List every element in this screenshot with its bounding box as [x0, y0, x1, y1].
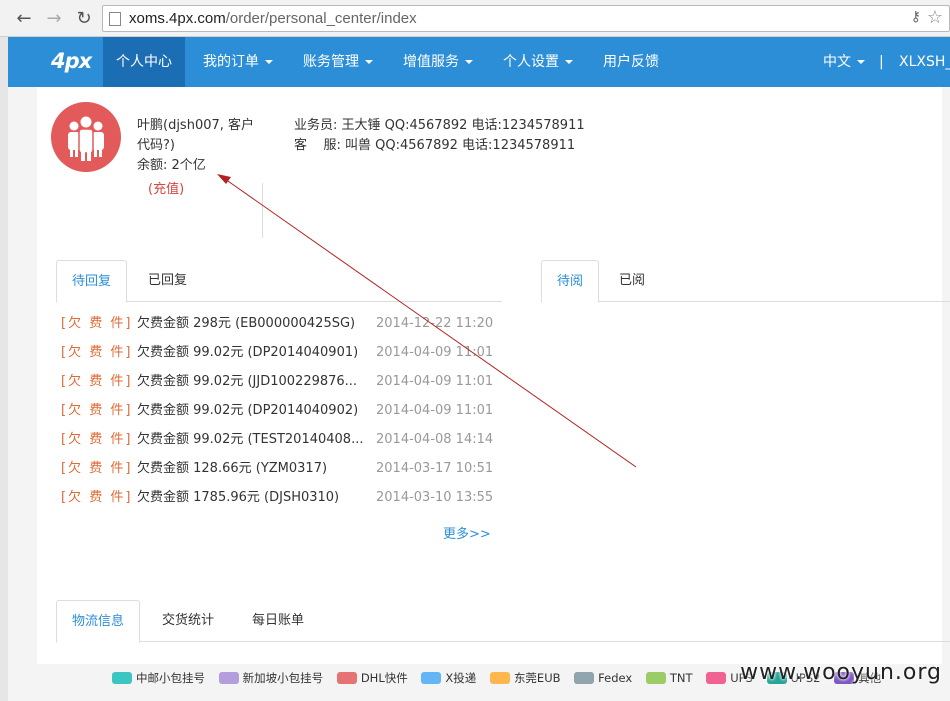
list-item[interactable]: [欠 费 件] 欠费金额 99.02元 (DP2014040902) 2014-…	[61, 396, 493, 425]
message-time: 2014-04-09 11:01	[376, 403, 494, 418]
read-tabs: 待阅 已阅	[541, 260, 950, 303]
arrears-tag: [欠 费 件]	[61, 316, 133, 331]
tab-read[interactable]: 已阅	[604, 260, 660, 302]
reply-tabs: 待回复 已回复	[56, 260, 502, 303]
arrears-tag: [欠 费 件]	[61, 461, 133, 476]
caret-down-icon	[465, 60, 473, 64]
legend-swatch	[645, 672, 666, 684]
tab-daily-bill[interactable]: 每日账单	[237, 600, 319, 642]
bookmark-star-icon[interactable]: ☆	[927, 7, 943, 28]
address-bar[interactable]: xoms.4px.com/order/personal_center/index…	[102, 5, 950, 32]
list-item[interactable]: [欠 费 件] 欠费金额 99.02元 (JJD100229876... 201…	[61, 367, 493, 396]
more-link[interactable]: 更多>>	[443, 523, 491, 542]
nav-separator: |	[879, 54, 884, 70]
caret-down-icon	[265, 60, 273, 64]
legend-swatch	[489, 672, 510, 684]
nav-account-management[interactable]: 账务管理	[290, 37, 386, 87]
salesman-info: 业务员: 王大锤 QQ:4567892 电话:1234578911	[294, 118, 585, 133]
tab-replied[interactable]: 已回复	[133, 260, 202, 302]
legend-swatch	[421, 672, 442, 684]
page-icon	[109, 12, 121, 26]
legend-item[interactable]: Fedex	[574, 671, 632, 685]
legend-swatch	[336, 672, 357, 684]
message-text[interactable]: 欠费金额 128.66元 (YZM0317)	[137, 454, 327, 483]
user-menu[interactable]: XLXSH_	[899, 37, 950, 87]
nav-personal-settings[interactable]: 个人设置	[490, 37, 586, 87]
legend-swatch	[574, 672, 595, 684]
tab-pending-reply[interactable]: 待回复	[56, 260, 128, 303]
list-item[interactable]: [欠 费 件] 欠费金额 128.66元 (YZM0317) 2014-03-1…	[61, 454, 493, 483]
nav-my-orders[interactable]: 我的订单	[190, 37, 286, 87]
nav-personal-center[interactable]: 个人中心	[103, 37, 185, 87]
message-time: 2014-03-17 10:51	[376, 461, 494, 476]
list-item[interactable]: [欠 费 件] 欠费金额 99.02元 (TEST20140408... 201…	[61, 425, 493, 454]
list-item[interactable]: [欠 费 件] 欠费金额 1785.96元 (DJSH0310) 2014-03…	[61, 483, 493, 512]
message-text[interactable]: 欠费金额 99.02元 (DP2014040901)	[137, 338, 358, 367]
message-time: 2014-03-10 13:55	[376, 490, 494, 505]
nav-user-feedback[interactable]: 用户反馈	[590, 37, 672, 87]
avatar	[51, 102, 121, 172]
tab-unread[interactable]: 待阅	[541, 260, 600, 303]
nav-value-added-services[interactable]: 增值服务	[390, 37, 486, 87]
message-time: 2014-12-22 11:20	[376, 316, 494, 331]
left-scroll-strip	[0, 37, 8, 701]
message-text[interactable]: 欠费金额 99.02元 (TEST20140408...	[137, 425, 363, 454]
legend-item[interactable]: TNT	[645, 671, 693, 685]
account-balance: 余额: 2个亿	[137, 158, 206, 173]
legend-item[interactable]: 中邮小包挂号	[112, 670, 205, 686]
message-text[interactable]: 欠费金额 99.02元 (JJD100229876...	[137, 367, 357, 396]
arrears-tag: [欠 费 件]	[61, 403, 133, 418]
forward-icon[interactable]: →	[44, 9, 64, 29]
message-time: 2014-04-09 11:01	[376, 345, 494, 360]
message-time: 2014-04-09 11:01	[376, 374, 494, 389]
message-text[interactable]: 欠费金额 298元 (EB000000425SG)	[137, 309, 355, 338]
back-icon[interactable]: ←	[14, 9, 34, 29]
caret-down-icon	[565, 60, 573, 64]
arrears-tag: [欠 费 件]	[61, 490, 133, 505]
customer-service-info: 客 服: 叫兽 QQ:4567892 电话:1234578911	[294, 138, 576, 153]
key-icon[interactable]: ⚷	[911, 9, 921, 25]
language-selector[interactable]: 中文	[823, 37, 865, 87]
arrears-tag: [欠 费 件]	[61, 345, 133, 360]
url-text: xoms.4px.com/order/personal_center/index	[129, 10, 417, 27]
legend-item[interactable]: X投递	[421, 670, 476, 686]
top-navbar: 4px 个人中心 我的订单 账务管理 增值服务 个人设置 用户反馈 中文 | X…	[8, 37, 950, 87]
legend-swatch	[218, 672, 239, 684]
arrears-tag: [欠 费 件]	[61, 432, 133, 447]
reload-icon[interactable]: ↻	[74, 9, 94, 29]
legend-item[interactable]: 东莞EUB	[489, 670, 561, 686]
users-group-icon	[68, 116, 104, 161]
browser-toolbar: ← → ↻ xoms.4px.com/order/personal_center…	[0, 0, 950, 37]
list-item[interactable]: [欠 费 件] 欠费金额 99.02元 (DP2014040901) 2014-…	[61, 338, 493, 367]
message-text[interactable]: 欠费金额 99.02元 (DP2014040902)	[137, 396, 358, 425]
legend-item[interactable]: 新加坡小包挂号	[218, 670, 323, 686]
arrears-tag: [欠 费 件]	[61, 374, 133, 389]
message-text[interactable]: 欠费金额 1785.96元 (DJSH0310)	[137, 483, 339, 512]
watermark: www.wooyun.org	[740, 660, 942, 685]
brand-logo[interactable]: 4px	[51, 49, 92, 73]
caret-down-icon	[365, 60, 373, 64]
list-item[interactable]: [欠 费 件] 欠费金额 298元 (EB000000425SG) 2014-1…	[61, 309, 493, 338]
logistics-tabs: 物流信息 交货统计 每日账单	[56, 600, 950, 643]
tab-logistics-info[interactable]: 物流信息	[56, 600, 141, 643]
vertical-divider	[262, 183, 263, 238]
legend-swatch	[112, 672, 132, 684]
legend-item[interactable]: DHL快件	[336, 670, 408, 686]
customer-code: 代码?)	[137, 138, 175, 153]
tab-delivery-stats[interactable]: 交货统计	[147, 600, 229, 642]
legend-swatch	[706, 672, 727, 684]
customer-name: 叶鹏(djsh007, 客户	[137, 118, 255, 133]
caret-down-icon	[857, 60, 865, 64]
message-time: 2014-04-08 14:14	[376, 432, 494, 447]
recharge-link[interactable]: (充值)	[148, 178, 184, 197]
